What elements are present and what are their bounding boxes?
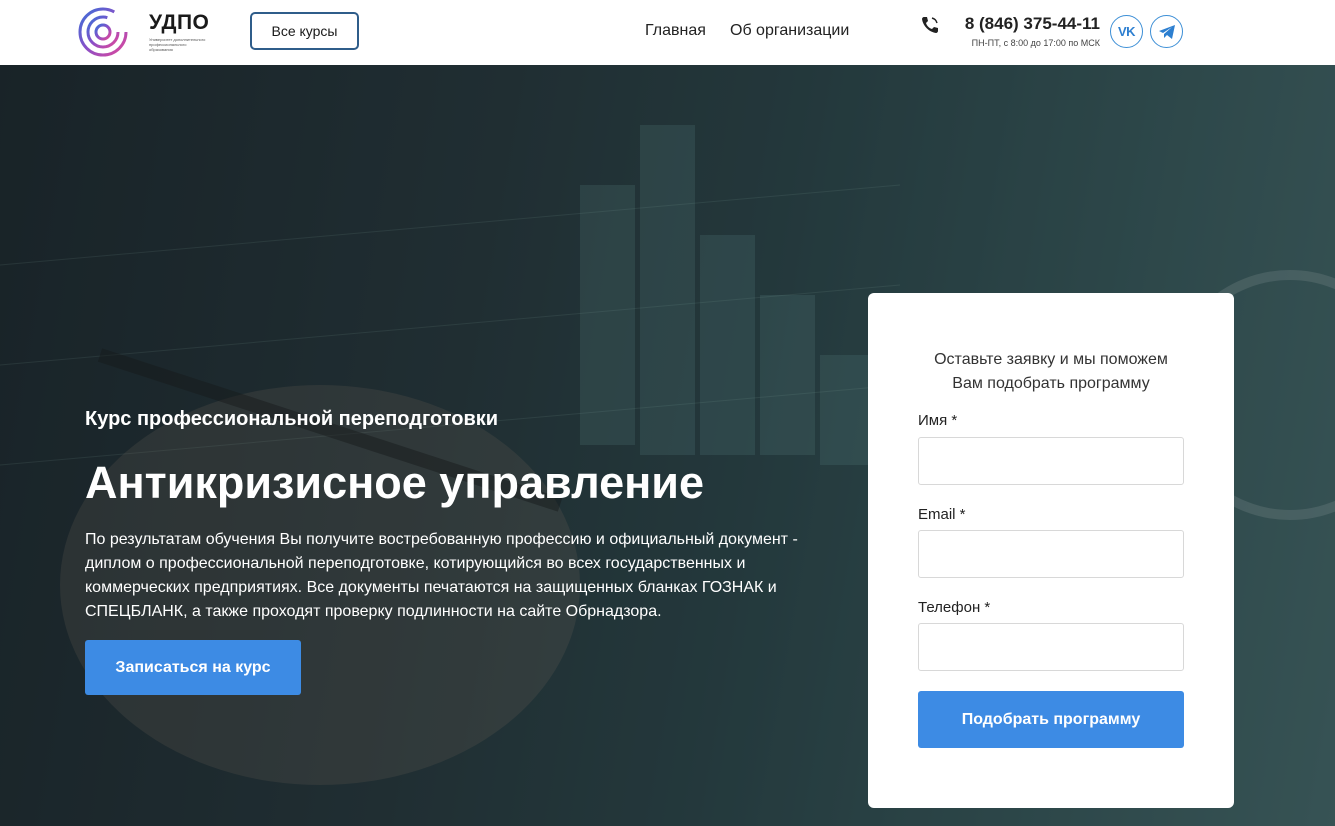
email-field[interactable] [918, 530, 1184, 578]
logo-subtitle: Университет дополнительного профессионал… [149, 37, 206, 52]
form-lead: Оставьте заявку и мы поможем Вам подобра… [868, 348, 1234, 396]
nav-about-link[interactable]: Об организации [730, 22, 849, 40]
page-title: Антикризисное управление [85, 457, 704, 508]
logo-rings-icon [78, 7, 128, 57]
logo-title: УДПО [149, 11, 210, 34]
name-label: Имя * [918, 412, 958, 429]
logo[interactable]: УДПО Университет дополнительного професс… [77, 6, 211, 58]
telegram-plane-icon [1158, 24, 1175, 39]
form-lead-line1: Оставьте заявку и мы поможем [934, 351, 1168, 368]
phone-number[interactable]: 8 (846) 375-44-11 [940, 14, 1100, 34]
work-hours: ПН-ПТ, с 8:00 до 17:00 по МСК [971, 38, 1100, 48]
nav-home-link[interactable]: Главная [645, 22, 706, 40]
form-lead-line2: Вам подобрать программу [952, 375, 1150, 392]
phone-field[interactable] [918, 623, 1184, 671]
course-type: Курс профессиональной переподготовки [85, 408, 499, 430]
vk-icon[interactable]: VK [1110, 15, 1143, 48]
phone-label: Телефон * [918, 599, 991, 616]
all-courses-button[interactable]: Все курсы [250, 12, 359, 50]
request-form: Оставьте заявку и мы поможем Вам подобра… [868, 293, 1234, 808]
site-header: УДПО Университет дополнительного професс… [0, 0, 1335, 65]
enroll-button[interactable]: Записаться на курс [85, 640, 301, 695]
submit-button[interactable]: Подобрать программу [918, 691, 1184, 748]
telegram-icon[interactable] [1150, 15, 1183, 48]
name-field[interactable] [918, 437, 1184, 485]
course-description: По результатам обучения Вы получите вост… [85, 531, 798, 620]
phone-icon [922, 17, 938, 33]
email-label: Email * [918, 506, 966, 523]
hero-section: Курс профессиональной переподготовки Ант… [0, 65, 1335, 826]
